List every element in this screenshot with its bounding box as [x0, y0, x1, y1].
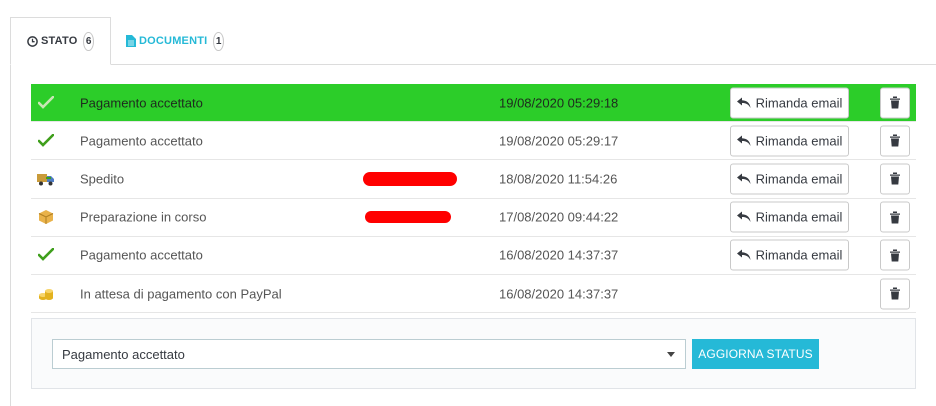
trash-icon: [890, 287, 900, 300]
trash-icon: [890, 211, 900, 224]
status-label: Preparazione in corso: [80, 209, 207, 225]
status-date: 17/08/2020 09:44:22: [499, 209, 619, 225]
truck-icon: [37, 170, 55, 188]
delete-button[interactable]: [880, 125, 910, 157]
coins-icon: [37, 285, 55, 303]
reply-icon: [736, 211, 751, 223]
trash-icon: [890, 249, 900, 262]
update-status-form: Pagamento accettato AGGIORNA STATUS: [31, 318, 916, 389]
reply-icon: [736, 173, 751, 184]
status-date: 16/08/2020 14:37:37: [499, 247, 619, 263]
check-icon: [37, 94, 55, 112]
resend-email-label: Rimanda email: [755, 133, 843, 149]
update-status-button[interactable]: AGGIORNA STATUS: [692, 339, 819, 369]
delete-button[interactable]: [880, 163, 910, 195]
redaction-mark: [365, 211, 451, 224]
trash-icon: [890, 96, 900, 109]
status-date: 19/08/2020 05:29:18: [499, 95, 619, 111]
clock-icon: [27, 35, 38, 47]
history-row: Pagamento accettato 19/08/2020 05:29:17 …: [31, 122, 916, 161]
status-label: In attesa di pagamento con PayPal: [80, 286, 282, 302]
status-label: Pagamento accettato: [80, 133, 203, 149]
order-tabs: STATO 6 DOCUMENTI 1: [10, 17, 936, 65]
count-badge: 6: [83, 31, 94, 51]
status-date: 19/08/2020 05:29:17: [499, 133, 619, 149]
box-icon: [37, 208, 55, 226]
tab-label: STATO: [41, 35, 78, 47]
chevron-down-icon: [667, 352, 675, 357]
tab-label: DOCUMENTI: [139, 35, 208, 47]
resend-email-button[interactable]: Rimanda email: [730, 87, 849, 119]
reply-icon: [736, 97, 751, 108]
redaction-mark: [363, 171, 457, 186]
status-select-value: Pagamento accettato: [62, 346, 185, 362]
document-icon: [126, 35, 136, 47]
resend-email-label: Rimanda email: [755, 171, 843, 187]
delete-button[interactable]: [880, 239, 910, 271]
check-icon: [37, 246, 55, 264]
status-history-table: Pagamento accettato 19/08/2020 05:29:18 …: [31, 84, 916, 314]
status-label: Spedito: [80, 171, 125, 187]
reply-icon: [736, 135, 751, 146]
resend-email-label: Rimanda email: [755, 209, 843, 225]
tab-documenti[interactable]: DOCUMENTI 1: [110, 17, 240, 65]
tab-stato[interactable]: STATO 6: [10, 17, 111, 65]
status-label: Pagamento accettato: [80, 247, 203, 263]
resend-email-label: Rimanda email: [755, 247, 843, 263]
history-row: Spedito 18/08/2020 11:54:26 Rimanda emai…: [31, 160, 916, 199]
history-row: Pagamento accettato 16/08/2020 14:37:37 …: [31, 237, 916, 275]
count-badge: 1: [213, 31, 224, 51]
reply-icon: [736, 249, 751, 261]
trash-icon: [890, 134, 900, 147]
resend-email-button[interactable]: Rimanda email: [730, 125, 849, 157]
delete-button[interactable]: [880, 201, 910, 233]
resend-email-label: Rimanda email: [755, 95, 843, 111]
status-date: 16/08/2020 14:37:37: [499, 286, 619, 302]
check-icon: [37, 132, 55, 150]
status-date: 18/08/2020 11:54:26: [499, 171, 618, 187]
resend-email-button[interactable]: Rimanda email: [730, 239, 849, 271]
resend-email-button[interactable]: Rimanda email: [730, 201, 849, 233]
status-select[interactable]: Pagamento accettato: [52, 339, 686, 369]
delete-button[interactable]: [880, 278, 910, 310]
trash-icon: [890, 172, 900, 185]
status-label: Pagamento accettato: [80, 95, 203, 111]
resend-email-button[interactable]: Rimanda email: [730, 163, 849, 195]
history-row: Preparazione in corso 17/08/2020 09:44:2…: [31, 199, 916, 237]
delete-button[interactable]: [880, 87, 910, 119]
history-row: Pagamento accettato 19/08/2020 05:29:18 …: [31, 84, 916, 123]
history-row: In attesa di pagamento con PayPal 16/08/…: [31, 275, 916, 314]
